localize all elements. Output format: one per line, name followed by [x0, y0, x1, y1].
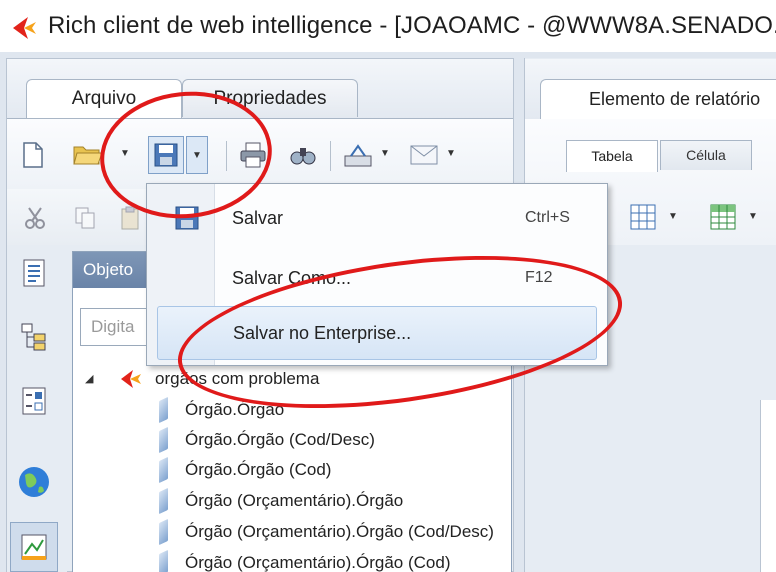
input-controls-button[interactable] [18, 384, 50, 418]
crosstab-icon [710, 204, 736, 230]
dimension-icon [159, 396, 168, 424]
globe-icon [19, 467, 49, 497]
subtab-celula[interactable]: Célula [660, 140, 752, 170]
cut-button[interactable] [20, 203, 50, 233]
export-dropdown-icon[interactable]: ▼ [380, 148, 390, 159]
mail-dropdown-icon[interactable]: ▼ [446, 148, 456, 159]
app-logo-icon [13, 17, 36, 39]
table-format-button[interactable] [626, 200, 660, 234]
cross-table-button[interactable] [706, 200, 740, 234]
table-grid-icon [630, 204, 656, 230]
crosstab-dropdown-icon[interactable]: ▼ [748, 211, 758, 222]
find-icon [290, 148, 316, 165]
send-mail-icon [410, 145, 438, 165]
data-icon [21, 534, 47, 560]
report-map-icon [21, 323, 46, 351]
report-canvas [760, 400, 776, 572]
toolbar-separator [330, 141, 331, 171]
cut-icon [25, 207, 45, 229]
export-button[interactable] [340, 139, 376, 171]
export-icon [344, 144, 372, 167]
document-summary-icon [23, 259, 45, 287]
document-summary-button[interactable] [18, 256, 50, 290]
data-button[interactable] [10, 522, 58, 572]
tree-item[interactable]: Órgão.Órgão (Cod) [73, 455, 511, 485]
tree-item[interactable]: Órgão (Orçamentário).Órgão (Cod) [73, 548, 511, 572]
objects-panel-title: Objeto [83, 260, 134, 279]
web-services-button[interactable] [14, 462, 54, 502]
table-dropdown-icon[interactable]: ▼ [668, 211, 678, 222]
copy-button[interactable] [70, 203, 100, 233]
window-title: Rich client de web intelligence - [JOAOA… [48, 12, 776, 39]
subtab-tabela[interactable]: Tabela [566, 140, 658, 172]
report-map-button[interactable] [18, 320, 50, 354]
new-document-button[interactable] [18, 139, 48, 171]
dimension-icon [159, 426, 168, 454]
input-controls-icon [22, 387, 46, 415]
copy-icon [75, 207, 95, 229]
new-document-icon [23, 142, 43, 168]
dimension-icon [159, 487, 168, 515]
expand-triangle-icon[interactable]: ◢ [85, 364, 93, 394]
dimension-icon [159, 456, 168, 484]
tree-item[interactable]: Órgão (Orçamentário).Órgão (Cod/Desc) [73, 517, 511, 547]
tree-item[interactable]: Órgão.Órgão (Cod/Desc) [73, 425, 511, 455]
tree-item[interactable]: Órgão (Orçamentário).Órgão [73, 486, 511, 516]
find-button[interactable] [286, 139, 320, 171]
dimension-icon [159, 549, 168, 572]
open-folder-icon [73, 146, 103, 165]
menu-item-shortcut: Ctrl+S [525, 209, 570, 226]
universe-icon [121, 370, 141, 388]
send-mail-button[interactable] [406, 139, 442, 171]
dimension-icon [159, 518, 168, 546]
tab-elemento-de-relatorio[interactable]: Elemento de relatório [540, 79, 776, 119]
